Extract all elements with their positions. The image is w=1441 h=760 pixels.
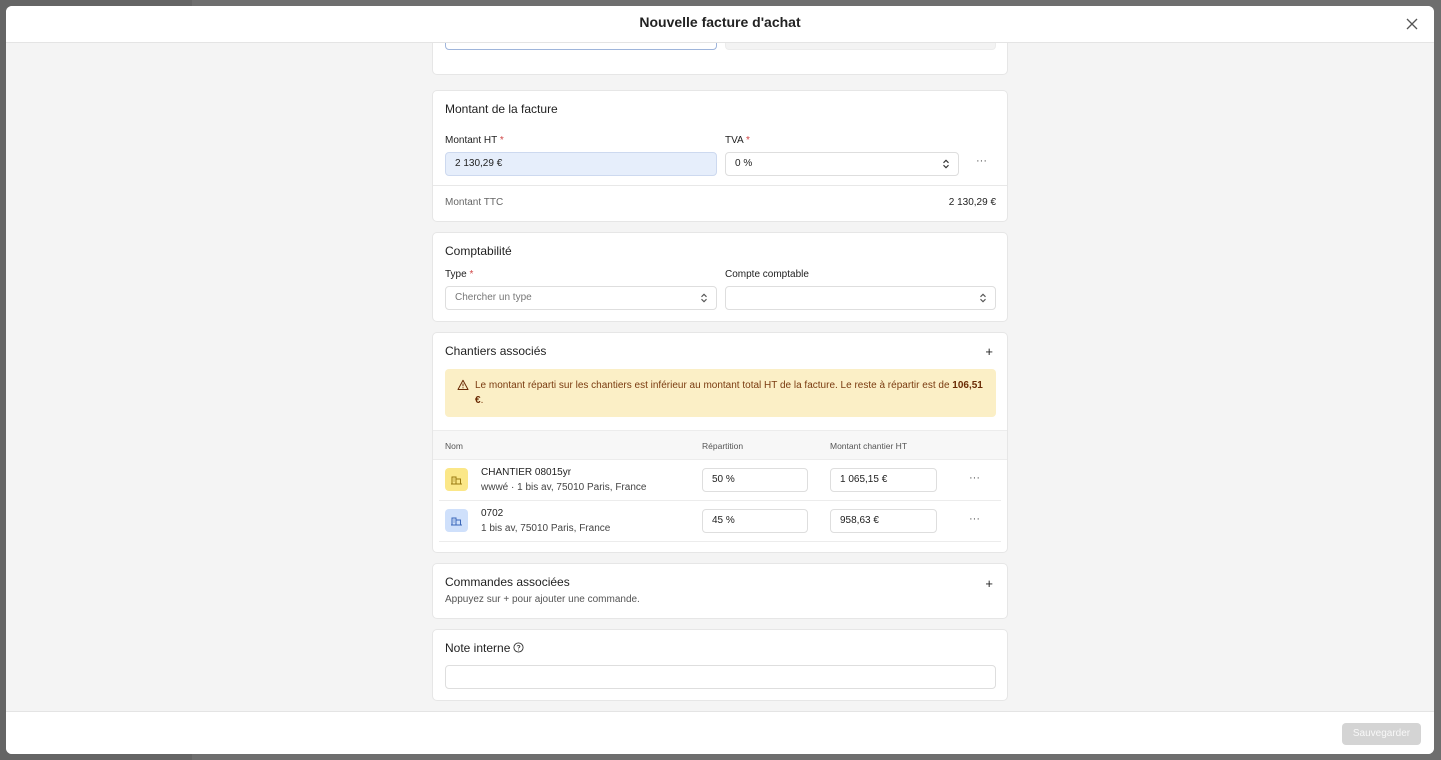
note-title: Note interne <box>445 641 524 655</box>
site-amount-input[interactable]: 958,63 € <box>830 509 937 533</box>
amount-card: Montant de la facture Montant HT * 2 130… <box>432 90 1008 222</box>
type-label: Type * <box>445 269 474 280</box>
orders-title: Commandes associées <box>445 575 570 589</box>
column-amount: Montant chantier HT <box>830 441 908 451</box>
ht-input[interactable]: 2 130,29 € <box>445 152 717 176</box>
site-amount-input[interactable]: 1 065,15 € <box>830 468 937 492</box>
account-label: Compte comptable <box>725 269 809 280</box>
close-icon <box>1406 18 1418 30</box>
sites-table-header: Nom Répartition Montant chantier HT <box>433 430 1007 460</box>
more-horizontal-icon[interactable]: ··· <box>969 472 980 484</box>
add-site-button[interactable]: + <box>985 344 993 359</box>
note-input[interactable] <box>445 665 996 689</box>
column-name: Nom <box>445 441 463 451</box>
chevron-up-down-icon <box>980 293 986 303</box>
column-split: Répartition <box>702 441 744 451</box>
building-icon <box>451 517 462 526</box>
divider <box>433 185 1007 186</box>
modal-header: Nouvelle facture d'achat <box>6 6 1434 43</box>
tva-select[interactable]: 0 % <box>725 152 959 176</box>
warning-triangle-icon <box>457 379 469 390</box>
type-placeholder: Chercher un type <box>455 292 532 303</box>
accounting-title: Comptabilité <box>445 244 512 258</box>
tva-value: 0 % <box>735 158 753 169</box>
account-select[interactable] <box>725 286 996 310</box>
orders-hint: Appuyez sur + pour ajouter une commande. <box>445 594 640 605</box>
previous-card <box>432 43 1008 75</box>
more-horizontal-icon[interactable]: ··· <box>969 513 980 525</box>
orders-card: Commandes associées + Appuyez sur + pour… <box>432 563 1008 619</box>
site-address: 1 bis av, 75010 Paris, France <box>481 523 611 534</box>
previous-field-1[interactable] <box>445 43 717 50</box>
more-horizontal-icon[interactable]: ··· <box>976 155 987 167</box>
help-circle-icon[interactable] <box>513 642 524 653</box>
accounting-card: Comptabilité Type * Chercher un type Com… <box>432 232 1008 322</box>
type-select[interactable]: Chercher un type <box>445 286 717 310</box>
split-input[interactable]: 50 % <box>702 468 808 492</box>
amount-title: Montant de la facture <box>445 102 558 116</box>
save-button[interactable]: Sauvegarder <box>1342 723 1421 745</box>
site-icon <box>445 468 468 491</box>
modal-footer: Sauvegarder <box>6 711 1434 754</box>
note-card: Note interne <box>432 629 1008 701</box>
site-address: wwwé · 1 bis av, 75010 Paris, France <box>481 482 647 493</box>
building-icon <box>451 476 462 485</box>
site-name: CHANTIER 08015yr <box>481 467 572 478</box>
add-order-button[interactable]: + <box>985 576 993 591</box>
site-icon <box>445 509 468 532</box>
table-row[interactable]: 0702 1 bis av, 75010 Paris, France 45 % … <box>439 501 1001 542</box>
split-input[interactable]: 45 % <box>702 509 808 533</box>
ttc-label: Montant TTC <box>445 197 504 208</box>
modal-title: Nouvelle facture d'achat <box>639 14 801 30</box>
previous-field-2[interactable] <box>725 43 996 50</box>
chevron-up-down-icon <box>701 293 707 303</box>
split-warning: Le montant réparti sur les chantiers est… <box>445 369 996 417</box>
table-row[interactable]: CHANTIER 08015yr wwwé · 1 bis av, 75010 … <box>439 460 1001 501</box>
chevron-up-down-icon <box>943 159 949 169</box>
sites-title: Chantiers associés <box>445 344 547 358</box>
close-button[interactable] <box>1402 14 1422 34</box>
sites-card: Chantiers associés + Le montant réparti … <box>432 332 1008 553</box>
modal-body[interactable]: Montant de la facture Montant HT * 2 130… <box>6 43 1434 711</box>
ttc-value: 2 130,29 € <box>948 197 996 208</box>
warning-text: Le montant réparti sur les chantiers est… <box>475 380 983 406</box>
tva-label: TVA * <box>725 135 750 146</box>
site-name: 0702 <box>481 508 504 519</box>
ht-label: Montant HT * <box>445 135 504 146</box>
invoice-modal: Nouvelle facture d'achat Montant de la f… <box>6 6 1434 754</box>
